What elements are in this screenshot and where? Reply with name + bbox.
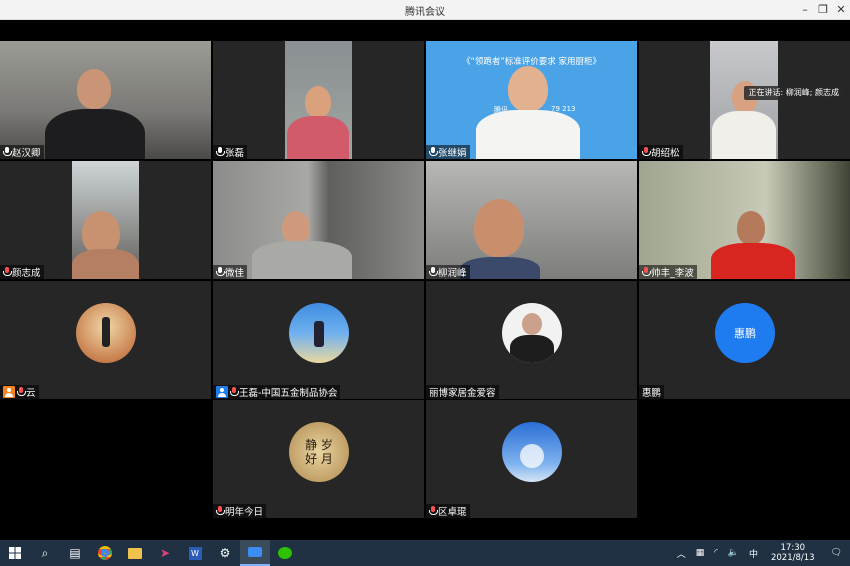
participant-tile[interactable]: 丽博家居金爱容 <box>426 281 637 399</box>
send-app[interactable]: ➤ <box>150 540 180 566</box>
microphone-icon <box>429 267 438 277</box>
network-icon[interactable]: ▦ <box>691 548 710 558</box>
participant-avatar <box>502 422 562 482</box>
search-icon: ⌕ <box>41 545 49 560</box>
restore-button[interactable]: ❐ <box>814 2 832 18</box>
slide-title: 《“领跑者”标准评价要求 家用厨柜》 <box>461 57 601 67</box>
participant-name-bar: 微佳 <box>213 265 248 279</box>
task-view-icon: ▤ <box>69 546 81 560</box>
participant-tile[interactable]: 惠鹏 惠鹏 <box>639 281 850 399</box>
participant-name-bar: 颜志成 <box>0 265 44 279</box>
meeting-icon <box>248 547 262 557</box>
participant-tile[interactable]: 赵汉卿 <box>0 41 211 159</box>
microphone-icon <box>642 147 651 157</box>
microphone-icon <box>429 506 438 516</box>
microphone-icon <box>642 267 651 277</box>
notification-icon[interactable]: 🗨 <box>823 548 850 558</box>
chrome-icon <box>98 546 112 560</box>
participant-tile[interactable]: 区卓琨 <box>426 400 637 518</box>
participant-avatar <box>502 303 562 363</box>
participant-tile[interactable]: 柳润峰 <box>426 161 637 279</box>
microphone-icon <box>429 147 438 157</box>
microphone-icon <box>3 147 12 157</box>
settings-app[interactable]: ⚙ <box>210 540 240 566</box>
ime-indicator[interactable]: 中 <box>744 547 763 560</box>
word-icon: W <box>188 546 202 560</box>
participant-tile[interactable]: 微佳 <box>213 161 424 279</box>
microphone-icon <box>216 147 225 157</box>
user-icon <box>216 386 228 398</box>
tencent-meeting-app[interactable] <box>240 540 270 566</box>
volume-icon[interactable]: 🔈 <box>723 548 744 558</box>
microphone-icon <box>3 267 12 277</box>
word-app[interactable]: W <box>180 540 210 566</box>
task-view-button[interactable]: ▤ <box>60 540 90 566</box>
participant-tile[interactable]: 帅丰_李波 <box>639 161 850 279</box>
participant-tile[interactable]: 静 岁 好 月 明年今日 <box>213 400 424 518</box>
participant-name-bar: 王磊-中国五金制品协会 <box>213 385 341 399</box>
participant-tile[interactable]: 正在讲话: 柳润峰; 颜志成 胡绍松 <box>639 41 850 159</box>
participant-avatar <box>76 303 136 363</box>
microphone-icon <box>17 387 26 397</box>
wechat-app[interactable] <box>270 540 300 566</box>
search-button[interactable]: ⌕ <box>30 540 60 566</box>
speaking-indicator: 正在讲话: 柳润峰; 颜志成 <box>743 86 844 100</box>
participant-tile[interactable]: 云 <box>0 281 211 399</box>
participant-name-bar: 帅丰_李波 <box>639 265 697 279</box>
start-button[interactable] <box>0 540 30 566</box>
chrome-app[interactable] <box>90 540 120 566</box>
participant-name-bar: 胡绍松 <box>639 145 683 159</box>
participant-tile[interactable]: 颜志成 <box>0 161 211 279</box>
participant-name-bar: 区卓琨 <box>426 504 470 518</box>
participant-tile[interactable]: 张磊 <box>213 41 424 159</box>
participant-name-bar: 明年今日 <box>213 504 267 518</box>
user-icon <box>3 386 15 398</box>
participant-name-bar: 赵汉卿 <box>0 145 44 159</box>
system-tray: ︿ ▦ ◜ 🔈 中 17:30 2021/8/13 🗨 <box>672 540 850 566</box>
participant-avatar: 惠鹏 <box>715 303 775 363</box>
participant-name-bar: 云 <box>0 385 39 399</box>
video-grid: 赵汉卿 张磊 《“领跑者”标准评价要求 家用厨柜》 腾讯 79 213 张继娟 … <box>0 20 850 540</box>
wechat-icon <box>278 547 292 559</box>
folder-icon <box>128 547 142 559</box>
microphone-icon <box>216 506 225 516</box>
clock[interactable]: 17:30 2021/8/13 <box>763 543 823 563</box>
participant-tile[interactable]: 王磊-中国五金制品协会 <box>213 281 424 399</box>
clock-time: 17:30 <box>780 543 806 553</box>
minimize-button[interactable]: – <box>796 2 814 18</box>
participant-tile[interactable]: 《“领跑者”标准评价要求 家用厨柜》 腾讯 79 213 张继娟 <box>426 41 637 159</box>
participant-name-bar: 惠鹏 <box>639 385 665 399</box>
chevron-up-icon[interactable]: ︿ <box>672 547 691 560</box>
participant-avatar <box>289 303 349 363</box>
gear-icon: ⚙ <box>219 546 231 560</box>
participant-name-bar: 丽博家居金爱容 <box>426 385 499 399</box>
microphone-icon <box>230 387 239 397</box>
participant-name-bar: 柳润峰 <box>426 265 470 279</box>
clock-date: 2021/8/13 <box>770 553 815 563</box>
wifi-icon[interactable]: ◜ <box>709 548 723 558</box>
send-icon: ➤ <box>159 546 171 560</box>
participant-name-bar: 张继娟 <box>426 145 470 159</box>
title-bar: 腾讯会议 – ❐ ✕ <box>0 0 850 20</box>
file-explorer-app[interactable] <box>120 540 150 566</box>
close-button[interactable]: ✕ <box>832 2 850 18</box>
microphone-icon <box>216 267 225 277</box>
participant-avatar: 静 岁 好 月 <box>289 422 349 482</box>
participant-name-bar: 张磊 <box>213 145 248 159</box>
windows-icon <box>9 547 21 559</box>
taskbar: ⌕ ▤ ➤ W ⚙ ︿ ▦ ◜ 🔈 中 17:30 2021/8/13 🗨 <box>0 540 850 566</box>
window-title: 腾讯会议 <box>405 7 445 18</box>
